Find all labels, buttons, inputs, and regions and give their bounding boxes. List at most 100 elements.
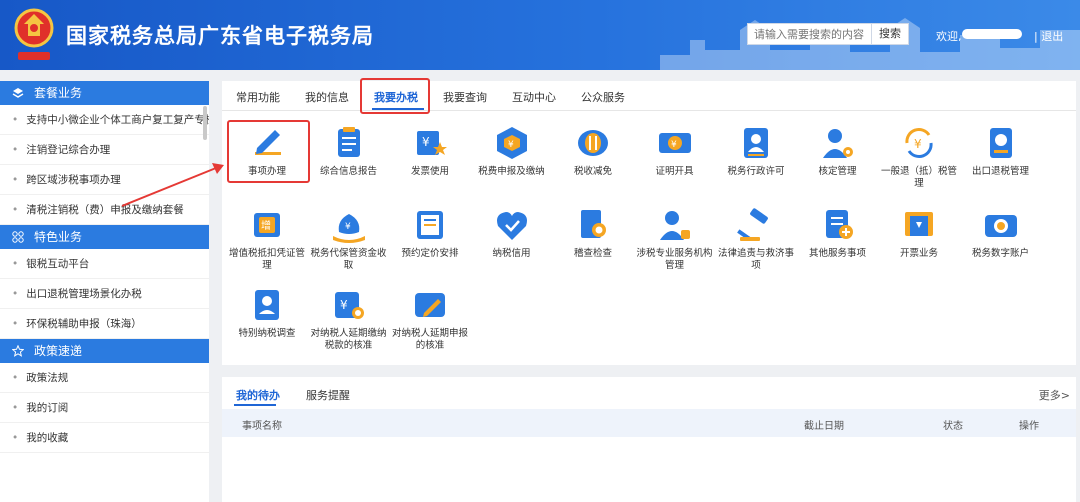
svg-text:¥: ¥: [340, 298, 348, 312]
service-item-label: 增值税抵扣凭证管理: [228, 248, 305, 271]
service-item[interactable]: 综合信息报告: [309, 124, 389, 178]
passport-icon: [989, 128, 1012, 158]
service-item[interactable]: ¥ 对纳税人延期缴纳税款的核准: [309, 286, 389, 352]
tab-interaction[interactable]: 互动中心: [512, 89, 556, 105]
invoice-star-icon: ¥: [417, 131, 447, 155]
money-bag-icon: ¥: [332, 214, 365, 243]
sidebar-item[interactable]: 我的订阅: [0, 393, 209, 423]
service-item-label: 法律追责与救济事项: [717, 248, 794, 271]
svg-text:¥: ¥: [508, 140, 514, 150]
sidebar-item[interactable]: 环保税辅助申报（珠海）: [0, 309, 209, 339]
service-item[interactable]: 税收减免: [553, 124, 633, 178]
more-link[interactable]: 更多>: [1039, 387, 1070, 403]
section-title: 政策速递: [34, 344, 83, 358]
service-item[interactable]: 出口退税管理: [961, 124, 1041, 178]
service-item-label: 开票业务: [899, 248, 938, 259]
sidebar: 套餐业务 支持中小微企业个体工商户复工复产专栏 注销登记综合办理 跨区域涉税事项…: [0, 81, 209, 502]
sidebar-item[interactable]: 政策法规: [0, 363, 209, 393]
welcome-text: 欢迎,: [936, 30, 962, 43]
service-item[interactable]: ¥ 一般退（抵）税管理: [879, 124, 959, 190]
service-item-label: 综合信息报告: [319, 166, 377, 177]
yuan-ticket-icon: ¥: [658, 133, 691, 153]
annotation-highlight-tab: [360, 78, 430, 114]
service-item[interactable]: 对纳税人延期申报的核准: [390, 286, 470, 352]
sidebar-scrollbar[interactable]: [203, 106, 207, 140]
service-item-label: 税务数字账户: [971, 248, 1029, 259]
logout-link[interactable]: | 退出: [1034, 28, 1063, 44]
search-input[interactable]: [747, 23, 871, 45]
service-item[interactable]: 税务数字账户: [961, 206, 1041, 260]
service-item-label: 预约定价安排: [401, 248, 459, 259]
service-item[interactable]: ¥ 税费申报及缴纳: [472, 124, 552, 178]
service-item[interactable]: ¥ 税务代保管资金收取: [309, 206, 389, 272]
service-item[interactable]: 预约定价安排: [390, 206, 470, 260]
sidebar-item[interactable]: 我的收藏: [0, 423, 209, 453]
sidebar-section-header[interactable]: 套餐业务: [0, 81, 209, 105]
service-item[interactable]: 开票业务: [879, 206, 959, 260]
star-icon: [12, 345, 24, 357]
yuan-refresh-icon: ¥: [905, 128, 933, 158]
svg-text:¥: ¥: [422, 135, 430, 149]
tab-service-reminder[interactable]: 服务提醒: [306, 387, 350, 403]
section-title: 套餐业务: [34, 86, 83, 100]
yuan-cube-icon: ¥: [496, 127, 527, 159]
column-header: 截止日期: [804, 421, 844, 432]
service-item-label: 出口退税管理: [971, 166, 1029, 177]
service-item[interactable]: 增增值税抵扣凭证管理: [227, 206, 307, 272]
service-item-label: 一般退（抵）税管理: [880, 166, 957, 189]
tab-public-service[interactable]: 公众服务: [581, 89, 625, 105]
search-button[interactable]: 搜索: [871, 23, 909, 45]
service-item[interactable]: 涉税专业服务机构管理: [635, 206, 715, 272]
person-card-icon: [744, 128, 768, 158]
service-item[interactable]: 纳税信用: [472, 206, 552, 260]
sidebar-section-header[interactable]: 政策速递: [0, 339, 209, 363]
service-item-label: 对纳税人延期缴纳税款的核准: [310, 328, 387, 351]
service-item[interactable]: 核定管理: [798, 124, 878, 178]
national-emblem-logo: [14, 8, 54, 60]
service-item[interactable]: 法律追责与救济事项: [716, 206, 796, 272]
service-item-label: 稽查检查: [573, 248, 612, 259]
edit-card-icon: [415, 293, 445, 317]
checklist-plus-icon: [825, 210, 853, 239]
service-item-label: 税费申报及缴纳: [478, 166, 545, 177]
svg-text:¥: ¥: [671, 140, 677, 150]
service-item-label: 涉税专业服务机构管理: [636, 248, 713, 271]
service-item-label: 对纳税人延期申报的核准: [391, 328, 468, 351]
contract-icon: [417, 211, 443, 239]
service-item-label: 核定管理: [818, 166, 857, 177]
service-item[interactable]: 其他服务事项: [798, 206, 878, 260]
service-item[interactable]: ¥ 证明开具: [635, 124, 715, 178]
svg-text:¥: ¥: [345, 222, 351, 232]
tab-query[interactable]: 我要查询: [443, 89, 487, 105]
service-item[interactable]: 事项办理: [227, 124, 307, 178]
service-item[interactable]: 特别纳税调查: [227, 286, 307, 340]
service-item[interactable]: 税务行政许可: [716, 124, 796, 178]
coins-icon: [578, 130, 608, 156]
document-list-icon: [337, 127, 360, 157]
service-item[interactable]: 稽查检查: [553, 206, 633, 260]
person-gear-icon: [822, 129, 853, 158]
grid-icon: [12, 231, 24, 243]
tab-my-todo[interactable]: 我的待办: [236, 387, 280, 403]
pencil-icon: [255, 130, 281, 155]
table-header: 事项名称 截止日期 状态 操作: [222, 409, 1076, 437]
tab-common[interactable]: 常用功能: [236, 89, 280, 105]
yuan-search-icon: ¥: [334, 292, 364, 319]
service-item-label: 其他服务事项: [808, 248, 866, 259]
sidebar-item[interactable]: 银税互动平台: [0, 249, 209, 279]
sidebar-section-header[interactable]: 特色业务: [0, 225, 209, 249]
tab-my-info[interactable]: 我的信息: [305, 89, 349, 105]
username-redacted: [962, 29, 1022, 39]
digital-account-icon: [984, 215, 1017, 237]
id-card-icon: [255, 290, 279, 320]
service-item-label: 事项办理: [247, 166, 286, 177]
column-header: 状态: [943, 421, 963, 432]
tab-bar: 常用功能 我的信息 我要办税 我要查询 互动中心 公众服务: [222, 81, 1076, 111]
svg-text:增: 增: [261, 219, 271, 232]
gavel-icon: [737, 208, 768, 241]
column-header: 事项名称: [242, 421, 282, 432]
sidebar-item[interactable]: 支持中小微企业个体工商户复工复产专栏: [0, 105, 209, 135]
service-item[interactable]: ¥ 发票使用: [390, 124, 470, 178]
annotation-arrow: [121, 163, 224, 207]
sidebar-item[interactable]: 出口退税管理场景化办税: [0, 279, 209, 309]
